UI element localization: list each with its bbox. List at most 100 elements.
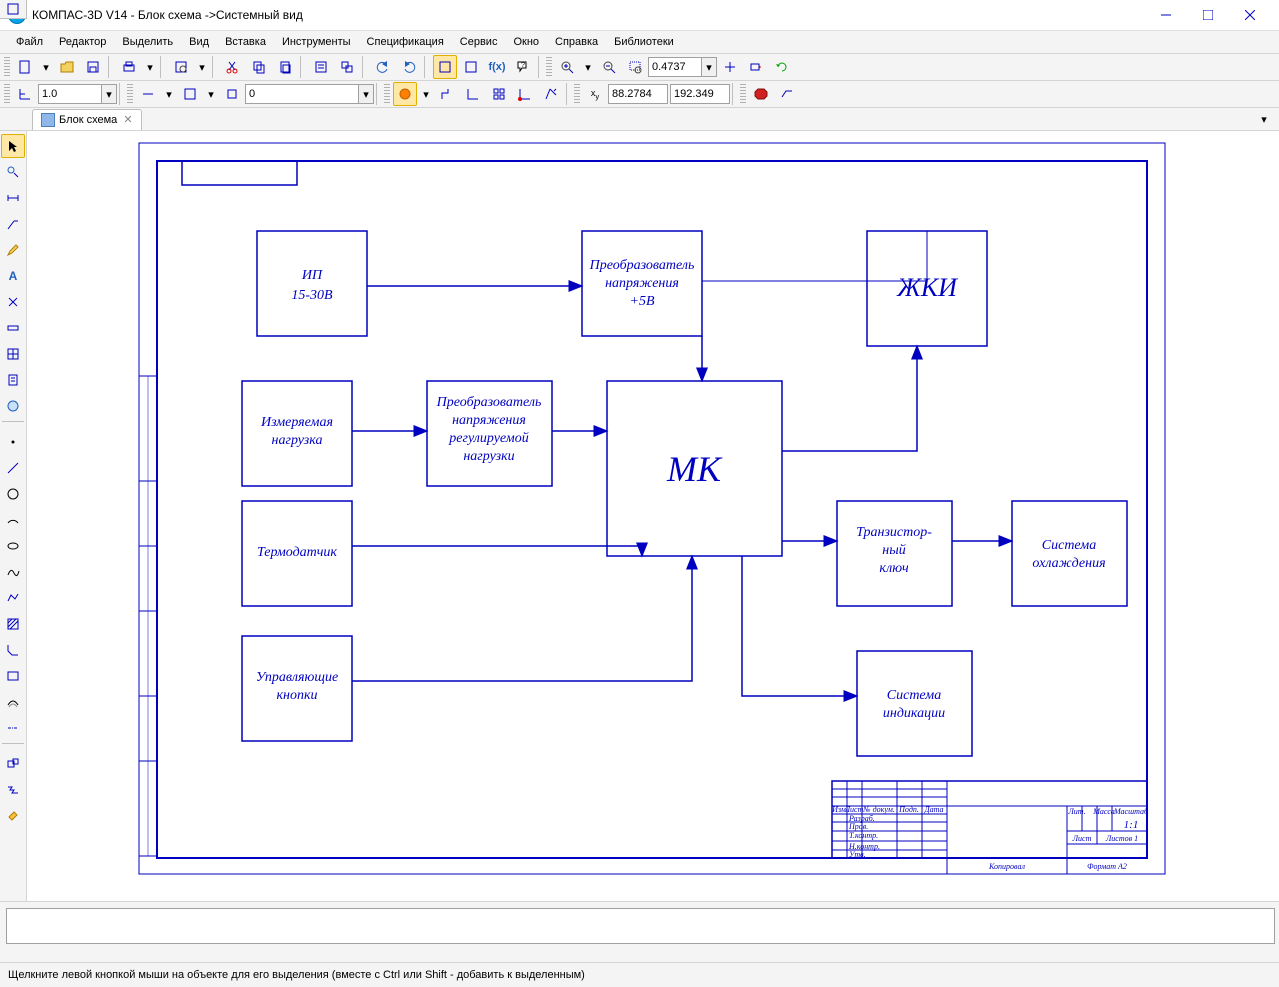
text-tool[interactable]: A	[1, 264, 25, 288]
layer-button[interactable]	[220, 82, 244, 106]
edit-tool[interactable]	[1, 238, 25, 262]
copy-props-button[interactable]	[335, 55, 359, 79]
paste-button[interactable]	[273, 55, 297, 79]
color-button[interactable]	[178, 82, 202, 106]
ellipse-tool[interactable]	[1, 534, 25, 558]
menu-libraries[interactable]: Библиотеки	[606, 34, 682, 50]
menu-help[interactable]: Справка	[547, 34, 606, 50]
scale-combo[interactable]: ▾	[38, 84, 117, 104]
point-tool[interactable]	[1, 430, 25, 454]
geometry-tool[interactable]	[1, 160, 25, 184]
measure-tool[interactable]	[1, 316, 25, 340]
table-tool[interactable]	[1, 342, 25, 366]
menu-view[interactable]: Вид	[181, 34, 217, 50]
refresh-button[interactable]	[770, 55, 794, 79]
local-cs-button[interactable]	[513, 82, 537, 106]
marking-tool[interactable]	[1, 212, 25, 236]
toolbar-handle-4[interactable]	[127, 84, 133, 104]
redo-button[interactable]	[397, 55, 421, 79]
toolbar-handle[interactable]	[4, 57, 10, 77]
offset-tool[interactable]	[1, 690, 25, 714]
open-button[interactable]	[55, 55, 79, 79]
assoc-view-tool[interactable]	[1, 752, 25, 776]
layer-dropdown[interactable]: ▾	[359, 84, 374, 104]
menu-service[interactable]: Сервис	[452, 34, 506, 50]
zoom-prev-button[interactable]	[744, 55, 768, 79]
zoom-window-button[interactable]	[623, 55, 647, 79]
select-tool[interactable]	[1, 134, 25, 158]
minimize-button[interactable]	[1145, 1, 1187, 29]
zoom-value-combo[interactable]: ▾	[648, 57, 717, 77]
zoom-value-input[interactable]	[648, 57, 702, 77]
variables-button[interactable]	[459, 55, 483, 79]
menu-select[interactable]: Выделить	[114, 34, 181, 50]
line-tool[interactable]	[1, 456, 25, 480]
library-manager-button[interactable]	[433, 55, 457, 79]
line-dropdown[interactable]: ▾	[162, 82, 176, 106]
coord-y-input[interactable]	[670, 84, 730, 104]
arc-tool[interactable]	[1, 508, 25, 532]
new-button[interactable]	[13, 55, 37, 79]
zoom-value-dropdown[interactable]: ▾	[702, 57, 717, 77]
menu-editor[interactable]: Редактор	[51, 34, 114, 50]
preview-button[interactable]	[169, 55, 193, 79]
coord-x-input[interactable]	[608, 84, 668, 104]
maximize-button[interactable]	[1187, 1, 1229, 29]
pan-button[interactable]	[718, 55, 742, 79]
undo-button[interactable]	[371, 55, 395, 79]
hatch-tool[interactable]	[1, 612, 25, 636]
polyline-tool[interactable]	[1, 586, 25, 610]
rect-tool[interactable]	[1, 664, 25, 688]
macro-tool[interactable]	[1, 394, 25, 418]
scale-input[interactable]	[38, 84, 102, 104]
ortho-snap-button[interactable]	[435, 82, 459, 106]
scale-icon[interactable]	[13, 82, 37, 106]
line-style-button[interactable]	[136, 82, 160, 106]
report-tool[interactable]	[1, 368, 25, 392]
cut-button[interactable]	[221, 55, 245, 79]
menu-file[interactable]: Файл	[8, 34, 51, 50]
snap-button[interactable]	[393, 82, 417, 106]
menu-window[interactable]: Окно	[505, 34, 547, 50]
chamfer-tool[interactable]	[1, 638, 25, 662]
zoom-in-button[interactable]	[555, 55, 579, 79]
menu-insert[interactable]: Вставка	[217, 34, 274, 50]
spline-tool[interactable]	[1, 560, 25, 584]
toolbar-handle-7[interactable]	[740, 84, 746, 104]
constraint-tool[interactable]	[1, 290, 25, 314]
ruler-corner[interactable]	[0, 0, 27, 19]
tab-close-icon[interactable]: ✕	[123, 113, 132, 126]
layer-combo[interactable]: ▾	[245, 84, 374, 104]
menu-spec[interactable]: Спецификация	[359, 34, 452, 50]
scale-dropdown[interactable]: ▾	[102, 84, 117, 104]
axis-tool[interactable]	[1, 716, 25, 740]
param-button[interactable]	[539, 82, 563, 106]
grid-snap-button[interactable]	[487, 82, 511, 106]
fx-button[interactable]: f(x)	[485, 55, 509, 79]
color-dropdown[interactable]: ▾	[204, 82, 218, 106]
toolbar-handle-3[interactable]	[4, 84, 10, 104]
toolbar-handle-5[interactable]	[384, 84, 390, 104]
toolbar-handle-6[interactable]	[574, 84, 580, 104]
whatsthis-button[interactable]: ?	[511, 55, 535, 79]
stop-button[interactable]	[749, 82, 773, 106]
snap-dropdown[interactable]: ▾	[419, 82, 433, 106]
zoom-dropdown[interactable]: ▾	[581, 55, 595, 79]
save-button[interactable]	[81, 55, 105, 79]
close-button[interactable]	[1229, 1, 1271, 29]
new-dropdown[interactable]: ▾	[39, 55, 53, 79]
layer-input[interactable]	[245, 84, 359, 104]
break-tool[interactable]	[1, 778, 25, 802]
document-tab[interactable]: Блок схема ✕	[32, 109, 142, 130]
copy-button[interactable]	[247, 55, 271, 79]
menu-tools[interactable]: Инструменты	[274, 34, 359, 50]
dimension-tool[interactable]	[1, 186, 25, 210]
toolbar-handle-2[interactable]	[546, 57, 552, 77]
preview-dropdown[interactable]: ▾	[195, 55, 209, 79]
command-prompt-input[interactable]	[6, 908, 1275, 944]
circle-tool[interactable]	[1, 482, 25, 506]
drawing-canvas[interactable]: ИП 15-30В Преобразователь напряжения +5В…	[27, 131, 1279, 901]
print-dropdown[interactable]: ▾	[143, 55, 157, 79]
highlight-button[interactable]	[775, 82, 799, 106]
ortho-button[interactable]	[461, 82, 485, 106]
